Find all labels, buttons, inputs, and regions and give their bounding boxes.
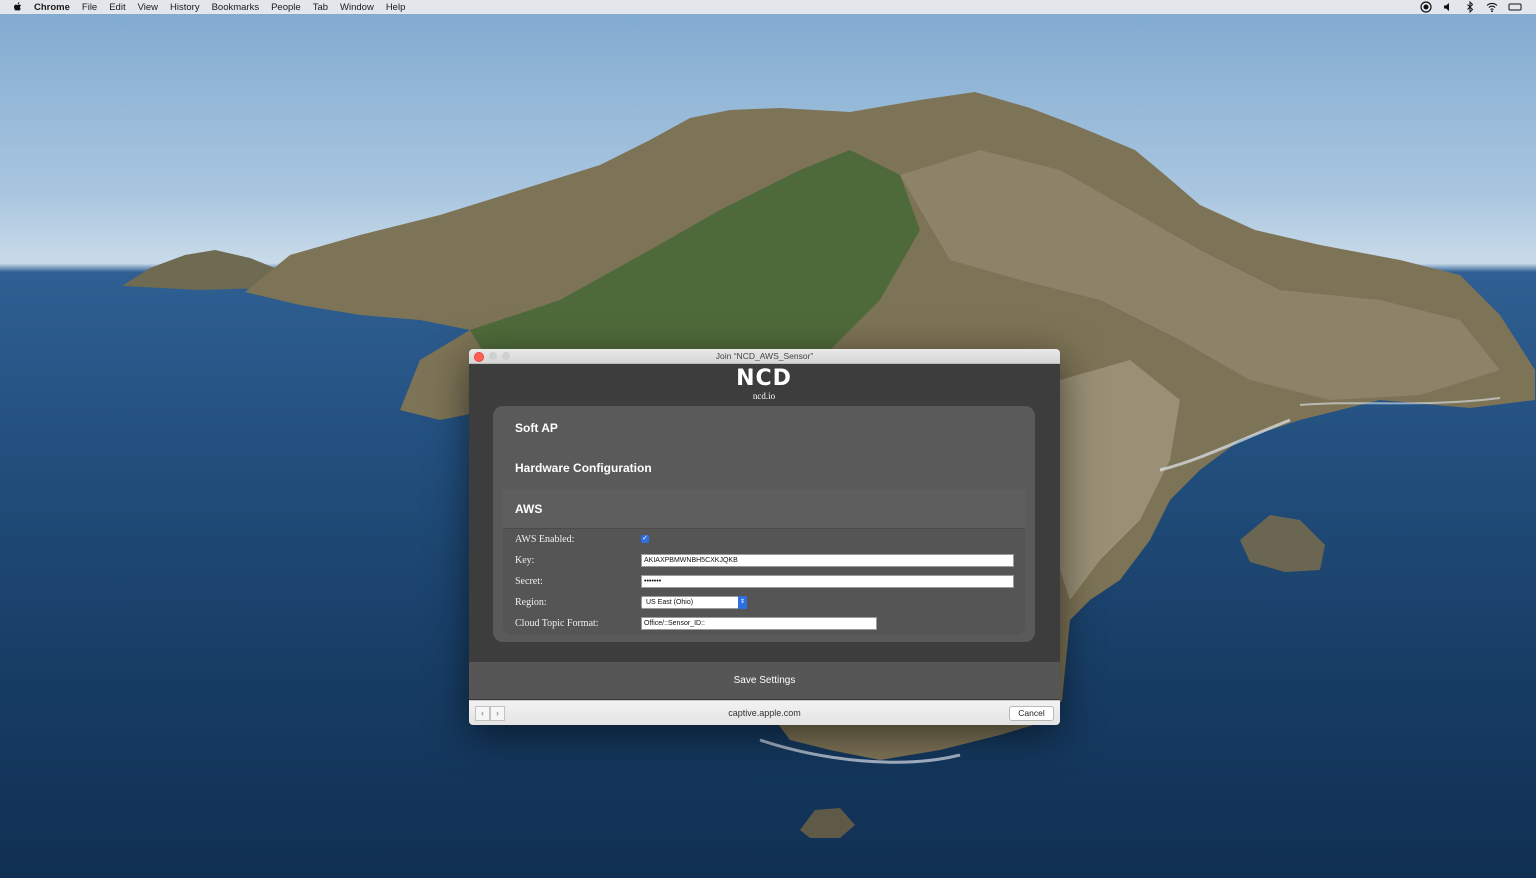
status-area bbox=[1420, 1, 1522, 13]
ncd-logo-mark: NCD bbox=[736, 366, 792, 391]
region-row: Region: US East (Ohio) ⇕ bbox=[515, 594, 747, 610]
secret-input[interactable]: ••••••• bbox=[641, 574, 1014, 588]
captive-portal-window: Join “NCD_AWS_Sensor” NCD ncd.io Soft AP… bbox=[469, 349, 1060, 725]
save-settings-label: Save Settings bbox=[733, 675, 796, 686]
ncd-logo-subtitle: ncd.io bbox=[752, 391, 776, 401]
zoom-window-icon[interactable] bbox=[502, 352, 510, 360]
section-aws: AWS bbox=[515, 502, 543, 516]
screen-record-icon[interactable] bbox=[1420, 1, 1432, 13]
control-strip-icon[interactable] bbox=[1508, 1, 1522, 13]
menu-file[interactable]: File bbox=[82, 2, 97, 13]
cloud-topic-row: Cloud Topic Format: Office/::Sensor_ID:: bbox=[515, 615, 877, 631]
secret-row: Secret: ••••••• bbox=[515, 573, 1014, 589]
ncd-logo: NCD ncd.io bbox=[719, 366, 809, 402]
section-hardware-configuration[interactable]: Hardware Configuration bbox=[515, 461, 652, 475]
select-arrows-icon: ⇕ bbox=[738, 595, 747, 609]
portal-content: NCD ncd.io Soft AP Hardware Configuratio… bbox=[469, 364, 1060, 699]
minimize-window-icon[interactable] bbox=[489, 352, 497, 360]
window-titlebar[interactable]: Join “NCD_AWS_Sensor” bbox=[469, 349, 1060, 364]
bluetooth-icon[interactable] bbox=[1464, 1, 1476, 13]
region-label: Region: bbox=[515, 596, 547, 608]
region-select[interactable]: US East (Ohio) ⇕ bbox=[641, 595, 747, 609]
volume-icon[interactable] bbox=[1442, 1, 1454, 13]
apple-logo-icon[interactable] bbox=[12, 1, 24, 13]
menu-edit[interactable]: Edit bbox=[109, 2, 125, 13]
settings-panel: Soft AP Hardware Configuration AWS AWS E… bbox=[493, 406, 1035, 642]
cloud-topic-input[interactable]: Office/::Sensor_ID:: bbox=[641, 616, 877, 630]
menu-app-name[interactable]: Chrome bbox=[34, 2, 70, 13]
key-label: Key: bbox=[515, 554, 535, 566]
close-window-icon[interactable] bbox=[474, 352, 484, 362]
menu-bar: Chrome File Edit View History Bookmarks … bbox=[0, 0, 1536, 14]
traffic-lights bbox=[474, 352, 510, 362]
aws-enabled-checkbox[interactable]: ✓ bbox=[641, 535, 649, 543]
aws-section-header[interactable]: AWS bbox=[503, 490, 1025, 529]
wifi-icon[interactable] bbox=[1486, 1, 1498, 13]
secret-label: Secret: bbox=[515, 575, 543, 587]
cancel-button[interactable]: Cancel bbox=[1009, 706, 1054, 721]
menu-people[interactable]: People bbox=[271, 2, 301, 13]
menu-help[interactable]: Help bbox=[386, 2, 406, 13]
menu-bookmarks[interactable]: Bookmarks bbox=[212, 2, 260, 13]
portal-url: captive.apple.com bbox=[728, 708, 801, 718]
menu-window[interactable]: Window bbox=[340, 2, 374, 13]
menu-tab[interactable]: Tab bbox=[313, 2, 328, 13]
menu-view[interactable]: View bbox=[138, 2, 158, 13]
key-input[interactable]: AKIAXPBMWNBH5CXKJQKB bbox=[641, 553, 1014, 567]
cloud-topic-label: Cloud Topic Format: bbox=[515, 617, 599, 629]
aws-enabled-row: AWS Enabled: ✓ bbox=[515, 531, 649, 547]
menu-history[interactable]: History bbox=[170, 2, 200, 13]
aws-section: AWS AWS Enabled: ✓ Key: AKIAXPBMWNBH5CXK… bbox=[503, 490, 1025, 635]
region-selected-value: US East (Ohio) bbox=[646, 598, 694, 606]
window-title: Join “NCD_AWS_Sensor” bbox=[715, 351, 814, 361]
section-soft-ap[interactable]: Soft AP bbox=[515, 421, 558, 435]
aws-enabled-label: AWS Enabled: bbox=[515, 533, 575, 545]
save-settings-button[interactable]: Save Settings bbox=[469, 662, 1060, 699]
key-row: Key: AKIAXPBMWNBH5CXKJQKB bbox=[515, 552, 1014, 568]
portal-bottom-bar: ‹ › captive.apple.com Cancel bbox=[469, 700, 1060, 725]
